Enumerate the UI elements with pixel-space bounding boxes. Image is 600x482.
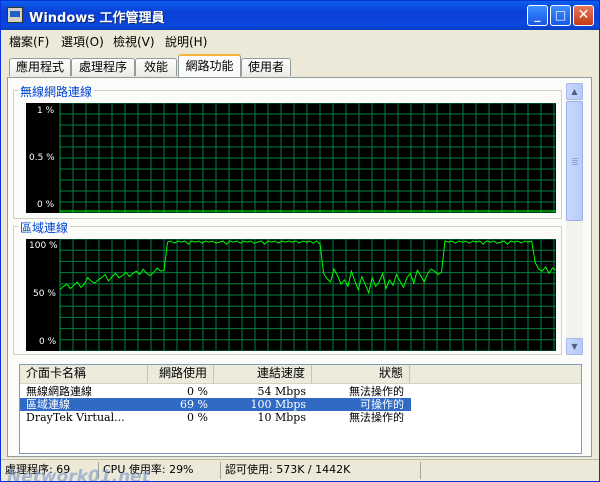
adapter-usage: 69 % [180,398,208,411]
tab-processes[interactable]: 處理程序 [71,58,135,76]
lan-chart-svg [59,239,556,351]
adapter-speed: 54 Mbps [257,385,307,398]
adapter-name: 區域連線 [26,398,70,411]
graph-scrollbar[interactable]: ▲ ▼ [566,83,583,355]
scroll-up-arrow-icon[interactable]: ▲ [566,83,583,100]
lan-graph-title: 區域連線 [18,219,71,236]
menu-bar: 檔案(F) 選項(O) 檢視(V) 說明(H) [1,30,599,51]
adapter-list[interactable]: 介面卡名稱 網路使用 連結速度 狀態 無線網路連線 0 % 54 Mbps 無法… [19,364,582,454]
list-item[interactable]: DrayTek Virtual... 0 % 10 Mbps 無法操作的 [20,411,581,424]
grip-line-icon [572,162,578,163]
grid [59,103,556,213]
grip-line-icon [572,164,578,165]
minimize-button[interactable]: _ [527,5,548,26]
col-link-speed[interactable]: 連結速度 [214,365,312,383]
list-item-selected[interactable]: 區域連線 69 % 100 Mbps 可操作的 [20,398,411,411]
col-network-usage[interactable]: 網路使用 [148,365,214,383]
grip-line-icon [572,158,578,159]
adapter-usage: 0 % [187,385,208,398]
adapter-state: 無法操作的 [349,411,404,424]
scroll-thumb[interactable] [566,101,583,221]
adapter-usage: 0 % [187,411,208,424]
list-item[interactable]: 無線網路連線 0 % 54 Mbps 無法操作的 [20,385,581,398]
tab-strip: 應用程式 處理程序 效能 網路功能 使用者 [7,54,597,78]
title-bar[interactable]: Windows 工作管理員 _ □ ✕ [1,1,599,30]
menu-file[interactable]: 檔案(F) [9,33,49,50]
col-filler [410,365,581,383]
tab-networking[interactable]: 網路功能 [178,54,241,77]
grid [59,239,556,351]
wireless-graph-group: 無線網路連線 1 % 0.5 % 0 % [13,83,562,219]
tab-performance[interactable]: 效能 [135,58,177,76]
adapter-speed: 10 Mbps [257,411,307,424]
wireless-usage-graph: 1 % 0.5 % 0 % [26,103,556,213]
usage-series-line [59,240,556,295]
menu-help[interactable]: 說明(H) [165,33,207,50]
menu-options[interactable]: 選項(O) [61,33,104,50]
adapter-list-header: 介面卡名稱 網路使用 連結速度 狀態 [20,365,581,384]
wireless-graph-title: 無線網路連線 [18,83,95,100]
watermark: Network01.net [7,467,150,482]
tab-users[interactable]: 使用者 [241,58,291,76]
window-title: Windows 工作管理員 [29,11,165,26]
menu-view[interactable]: 檢視(V) [113,33,155,50]
adapter-name: 無線網路連線 [26,385,92,398]
adapter-name: DrayTek Virtual... [26,411,125,424]
scroll-down-arrow-icon[interactable]: ▼ [566,338,583,355]
adapter-state: 無法操作的 [349,385,404,398]
close-button[interactable]: ✕ [573,5,594,26]
task-manager-window: Windows 工作管理員 _ □ ✕ 檔案(F) 選項(O) 檢視(V) 說明… [0,0,600,482]
status-commit-charge: 認可使用: 573K / 1442K [221,462,421,479]
grip-line-icon [572,160,578,161]
wireless-chart-svg [59,103,556,213]
lan-usage-graph: 100 % 50 % 0 % [26,239,556,351]
lan-graph-group: 區域連線 100 % 50 % 0 % [13,219,562,355]
task-manager-app-icon [7,7,23,23]
tab-applications[interactable]: 應用程式 [9,58,71,76]
graph-area: 無線網路連線 1 % 0.5 % 0 % 區域連線 100 % 50 % 0 % [13,83,563,355]
adapter-state: 可操作的 [360,398,404,411]
adapter-speed: 100 Mbps [250,398,306,411]
maximize-button[interactable]: □ [550,5,571,26]
col-adapter-name[interactable]: 介面卡名稱 [20,365,148,383]
col-state[interactable]: 狀態 [312,365,410,383]
